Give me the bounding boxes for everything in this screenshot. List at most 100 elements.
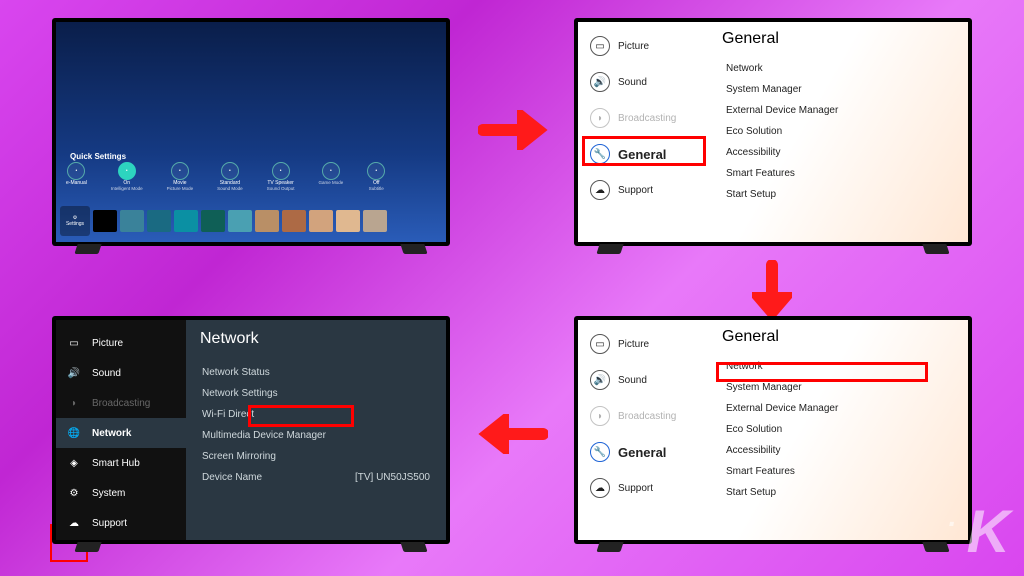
option-device-name[interactable]: Device Name[TV] UN50JS500 — [200, 467, 432, 488]
qs-item-1[interactable]: • On Intelligent Mode — [111, 162, 143, 191]
sidebar-item-general[interactable]: 🔧 General — [584, 438, 702, 466]
qs-item-2[interactable]: • Movie Picture Mode — [167, 162, 194, 191]
hub-tile-6[interactable] — [255, 210, 279, 232]
option-start-setup[interactable]: Start Setup — [722, 184, 954, 205]
tv-quick-settings: Quick Settings • e-Manual • On Intellige… — [52, 18, 450, 246]
hub-tile-5[interactable] — [228, 210, 252, 232]
support-icon: ☁ — [66, 515, 82, 531]
quick-settings-row: • e-Manual • On Intelligent Mode • Movie … — [66, 162, 436, 191]
qs-icon: • — [367, 162, 385, 180]
qs-item-4[interactable]: • TV Speaker Sound Output — [267, 162, 295, 191]
sidebar-item-picture[interactable]: ▭Picture — [584, 32, 702, 60]
sidebar-item-smart-hub[interactable]: ◈Smart Hub — [56, 448, 186, 478]
network-icon: 🌐 — [66, 425, 82, 441]
qs-label: e-Manual — [66, 180, 87, 186]
sidebar-item-support[interactable]: ☁Support — [584, 176, 702, 204]
option-network-settings[interactable]: Network Settings — [200, 383, 432, 404]
qs-icon: • — [322, 162, 340, 180]
general-icon: 🔧 — [590, 442, 610, 462]
option-eco-solution[interactable]: Eco Solution — [722, 419, 954, 440]
system-icon: ⚙ — [66, 485, 82, 501]
hub-tile-0[interactable] — [93, 210, 117, 232]
arrow-down-icon — [752, 260, 792, 320]
option-label: Screen Mirroring — [202, 451, 276, 462]
settings-label: Settings — [66, 221, 84, 227]
network-sidebar: ▭ Picture 🔊Sound◗Broadcasting🌐Network◈Smar… — [56, 320, 186, 540]
option-start-setup[interactable]: Start Setup — [722, 482, 954, 503]
sidebar-item-picture[interactable]: ▭ Picture — [56, 328, 186, 358]
qs-icon: • — [272, 162, 290, 180]
sidebar-label: Sound — [618, 375, 647, 386]
hub-tile-4[interactable] — [201, 210, 225, 232]
watermark-logo: K — [967, 497, 1006, 566]
smart-hub-row: ⚙ Settings — [60, 206, 442, 236]
sidebar-item-sound[interactable]: 🔊 Sound — [584, 366, 702, 394]
option-external-device-manager[interactable]: External Device Manager — [722, 398, 954, 419]
sidebar-label: General — [618, 445, 666, 460]
qs-item-3[interactable]: • Standard Sound Mode — [217, 162, 243, 191]
sound-icon: 🔊 — [590, 370, 610, 390]
support-icon: ☁ — [590, 478, 610, 498]
option-eco-solution[interactable]: Eco Solution — [722, 121, 954, 142]
tv-general-network-highlight: ▭Picture🔊Sound◗Broadcasting🔧General☁Supp… — [574, 316, 972, 544]
hub-tile-3[interactable] — [174, 210, 198, 232]
sidebar-item-picture[interactable]: ▭Picture — [584, 330, 702, 358]
highlight-network-settings — [248, 405, 354, 427]
option-accessibility[interactable]: Accessibility — [722, 142, 954, 163]
option-network[interactable]: Network — [722, 58, 954, 79]
option-smart-features[interactable]: Smart Features — [722, 163, 954, 184]
hub-tile-9[interactable] — [336, 210, 360, 232]
sidebar-item-sound[interactable]: 🔊 Sound — [584, 68, 702, 96]
sidebar-label: Sound — [618, 77, 647, 88]
sidebar-label: Picture — [92, 338, 123, 349]
hub-tile-1[interactable] — [120, 210, 144, 232]
sidebar-item-support[interactable]: ☁ Support — [584, 474, 702, 502]
settings-main: General NetworkSystem ManagerExternal De… — [708, 22, 968, 242]
qs-sublabel: Picture Mode — [167, 186, 194, 191]
hub-tile-10[interactable] — [363, 210, 387, 232]
sidebar-item-sound[interactable]: 🔊Sound — [56, 358, 186, 388]
sound-icon: 🔊 — [590, 72, 610, 92]
option-network-status[interactable]: Network Status — [200, 362, 432, 383]
hub-tile-7[interactable] — [282, 210, 306, 232]
option-accessibility[interactable]: Accessibility — [722, 440, 954, 461]
arrow-right-icon — [478, 110, 548, 150]
qs-icon: • — [67, 162, 85, 180]
panel-title: General — [722, 30, 954, 48]
tv-general-menu: ▭Picture🔊Sound◗Broadcasting🔧General☁Supp… — [574, 18, 972, 246]
picture-icon: ▭ — [66, 335, 82, 351]
option-multimedia-device-manager[interactable]: Multimedia Device Manager — [200, 425, 432, 446]
qs-item-5[interactable]: • Game Mode — [318, 162, 343, 185]
arrow-left-icon — [478, 414, 548, 454]
option-external-device-manager[interactable]: External Device Manager — [722, 100, 954, 121]
highlight-network — [716, 362, 928, 382]
option-label: Multimedia Device Manager — [202, 430, 326, 441]
sidebar-item-support[interactable]: ☁Support — [56, 508, 186, 538]
sidebar-label: Sound — [92, 368, 121, 379]
option-screen-mirroring[interactable]: Screen Mirroring — [200, 446, 432, 467]
sidebar-label: System — [92, 488, 125, 499]
broadcast-icon: ◗ — [590, 406, 610, 426]
qs-sublabel: Sound Output — [267, 186, 295, 191]
panel-title: Network — [200, 330, 432, 348]
sidebar-item-network[interactable]: 🌐Network — [56, 418, 186, 448]
settings-button[interactable]: ⚙ Settings — [60, 206, 90, 236]
option-smart-features[interactable]: Smart Features — [722, 461, 954, 482]
option-label: Device Name — [202, 472, 262, 483]
option-label: Network Status — [202, 367, 270, 378]
sidebar-label: Support — [618, 483, 653, 494]
sidebar-item-system[interactable]: ⚙ System — [56, 478, 186, 508]
qs-item-6[interactable]: • Off Subtitle — [367, 162, 385, 191]
sidebar-item-broadcasting: ◗Broadcasting — [56, 388, 186, 418]
hub-tile-8[interactable] — [309, 210, 333, 232]
hub-tile-2[interactable] — [147, 210, 171, 232]
qs-sublabel: Game Mode — [318, 180, 343, 185]
option-system-manager[interactable]: System Manager — [722, 79, 954, 100]
qs-item-0[interactable]: • e-Manual — [66, 162, 87, 186]
highlight-general — [582, 136, 706, 166]
broadcast-icon: ◗ — [66, 395, 82, 411]
qs-sublabel: Intelligent Mode — [111, 186, 143, 191]
qs-sublabel: Subtitle — [369, 186, 384, 191]
sidebar-label: Picture — [618, 41, 649, 52]
settings-screen-general: ▭Picture🔊Sound◗Broadcasting🔧General☁Supp… — [578, 22, 968, 242]
